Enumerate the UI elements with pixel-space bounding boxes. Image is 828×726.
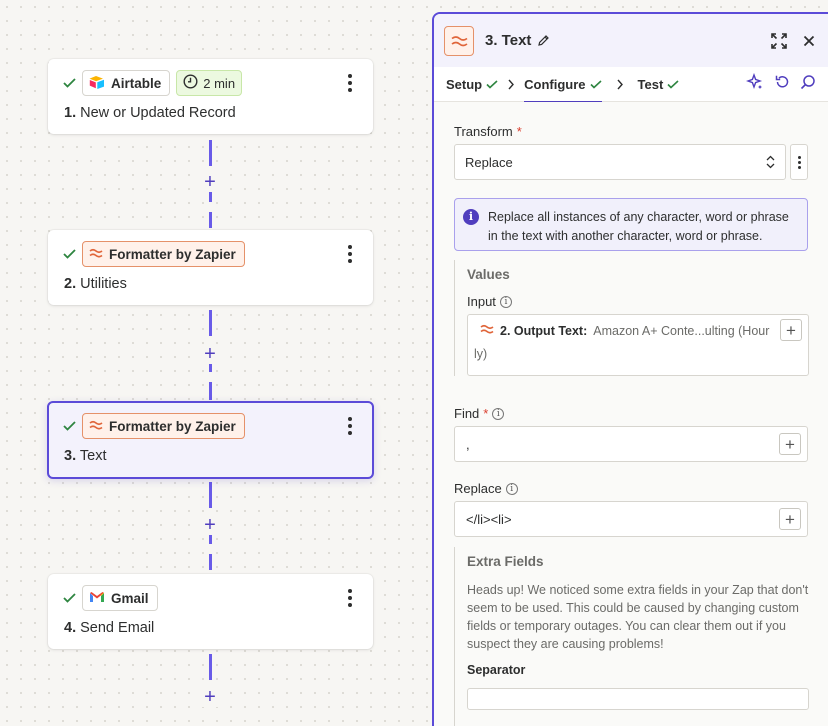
chevron-updown-icon [766,155,775,169]
close-icon[interactable] [800,32,818,50]
check-icon [62,591,76,605]
step-card-2[interactable]: Formatter by Zapier 2. Utilities [48,230,373,305]
info-icon: i [463,209,479,225]
add-step-button[interactable]: + [200,687,220,707]
extra-fields-notice: Heads up! We noticed some extra fields i… [467,583,809,651]
formatter-icon [444,25,474,56]
check-icon [62,76,76,90]
mapped-field-pill-wrap: ly) [474,347,488,361]
airtable-logo-icon [89,75,105,92]
sparkle-icon[interactable] [745,72,764,96]
add-step-button[interactable]: + [200,515,220,535]
tab-configure[interactable]: Configure [524,67,602,103]
insert-data-button[interactable]: + [779,433,801,455]
app-name: Gmail [111,590,149,606]
step-title: 1. New or Updated Record [64,105,236,121]
app-chip: Formatter by Zapier [82,241,245,267]
extra-fields-heading: Extra Fields [467,554,544,569]
step-card-4[interactable]: Gmail 4. Send Email [48,574,373,649]
app-name: Formatter by Zapier [109,418,236,434]
panel-header: 3. Text [434,14,828,67]
info-icon[interactable]: i [505,482,518,495]
chevron-right-icon [602,79,638,90]
add-step-button[interactable]: + [200,344,220,364]
step-title: 3. Text [64,448,107,464]
step-card-1[interactable]: Airtable 2 min 1. New or Updated Record [48,59,373,134]
separator-label: Separator [467,663,526,677]
step-menu-button[interactable] [341,244,359,264]
step-menu-button[interactable] [341,416,359,436]
check-icon [486,79,498,89]
find-label: Find * i [454,406,505,421]
insert-data-button[interactable]: + [779,508,801,530]
check-icon [62,247,76,261]
separator-input[interactable] [467,688,809,710]
find-input[interactable]: , + [454,426,808,462]
chevron-right-icon [498,79,524,90]
step-title: 2. Utilities [64,276,127,292]
app-name: Airtable [111,75,162,91]
formatter-icon [89,419,103,434]
panel-tabs: Setup Configure Test [434,67,828,103]
delay-label: 2 min [203,75,236,91]
tab-test[interactable]: Test [638,67,680,102]
check-icon [589,79,602,89]
add-step-button[interactable]: + [200,172,220,192]
configure-form: Transform * Replace i Replace all instanc… [434,102,828,726]
info-icon[interactable]: i [492,407,505,420]
info-callout: i Replace all instances of any character… [454,198,808,251]
step-editor-panel: 3. Text Setup Configure Test Transform *… [432,12,828,726]
mapped-field-pill[interactable]: 2. Output Text: Amazon A+ Conte...ulting… [480,323,769,338]
gmail-logo-icon [89,591,105,606]
check-icon [62,419,76,433]
transform-label: Transform * [454,124,522,139]
delay-badge: 2 min [176,70,243,96]
transform-select[interactable]: Replace [454,144,786,180]
app-chip: Gmail [82,585,158,611]
extra-fields-group: Extra Fields Heads up! We noticed some e… [454,547,809,726]
values-heading: Values [467,267,510,282]
step-menu-button[interactable] [341,588,359,608]
formatter-icon [89,247,103,262]
undo-icon[interactable] [774,74,790,95]
replace-input[interactable]: </li><li> + [454,501,808,537]
app-chip: Formatter by Zapier [82,413,245,439]
search-icon[interactable] [800,74,816,95]
tab-setup[interactable]: Setup [446,67,498,102]
input-label: Input i [467,294,512,309]
check-icon [667,79,679,89]
callout-text: Replace all instances of any character, … [488,210,789,243]
formatter-icon [480,323,494,338]
input-field[interactable]: 2. Output Text: Amazon A+ Conte...ulting… [467,314,809,376]
step-title: 4. Send Email [64,620,155,636]
values-group: Values Input i 2. Output Text: Amazon A+… [454,260,809,376]
pencil-icon[interactable] [537,34,550,47]
panel-title: 3. Text [485,32,532,49]
field-options-button[interactable] [790,144,808,180]
replace-label: Replace i [454,481,518,496]
step-card-3[interactable]: Formatter by Zapier 3. Text [47,401,374,479]
clock-icon [183,74,198,92]
info-icon[interactable]: i [499,295,512,308]
app-name: Formatter by Zapier [109,246,236,262]
app-chip: Airtable [82,70,171,96]
expand-icon[interactable] [770,32,788,50]
insert-data-button[interactable]: + [780,319,802,341]
step-menu-button[interactable] [341,73,359,93]
